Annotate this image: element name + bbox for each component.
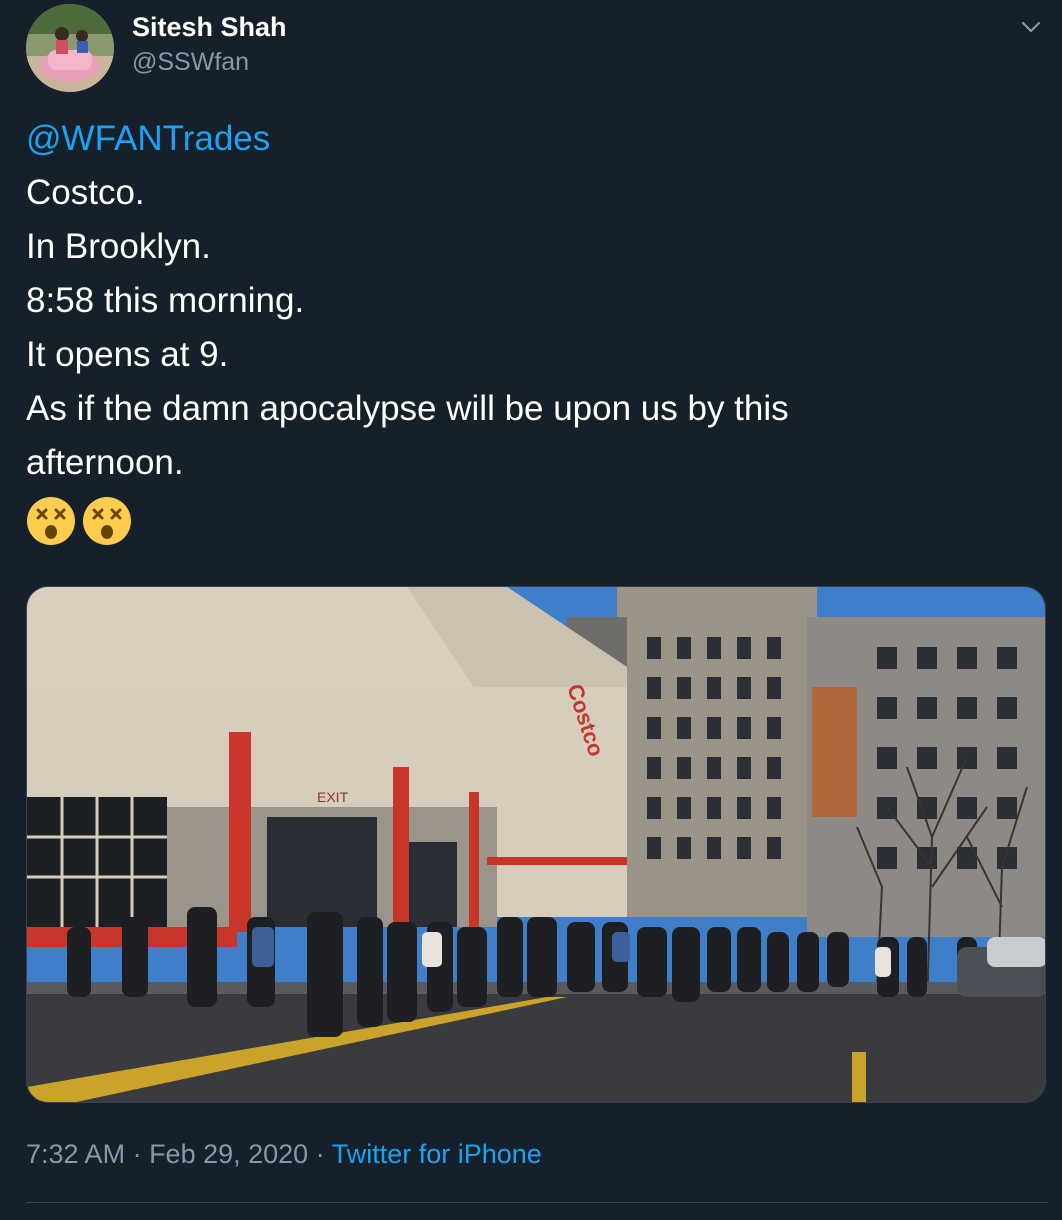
mention-link[interactable]: @WFANTrades: [26, 112, 1036, 166]
tweet-line: 8:58 this morning.: [26, 281, 305, 320]
divider: [26, 1202, 1048, 1203]
author-display-name[interactable]: Sitesh Shah: [132, 12, 287, 43]
exit-sign: EXIT: [317, 789, 349, 805]
tweet-text: @WFANTrades Costco. In Brooklyn. 8:58 th…: [26, 112, 1036, 548]
tweet-line: In Brooklyn.: [26, 227, 211, 266]
meta-separator: ·: [125, 1139, 150, 1169]
costco-line-photo: Costco EXIT: [27, 587, 1045, 1102]
tweet-meta: 7:32 AM · Feb 29, 2020 · Twitter for iPh…: [26, 1139, 542, 1170]
tweet-time[interactable]: 7:32 AM: [26, 1139, 125, 1169]
avatar[interactable]: [26, 4, 114, 92]
meta-separator: ·: [308, 1139, 332, 1169]
dizzy-face-icon: [27, 497, 75, 545]
tweet-line: As if the damn apocalypse will be upon u…: [26, 389, 789, 428]
more-options-chevron-icon[interactable]: [1016, 12, 1046, 42]
emoji-row: [26, 494, 1036, 548]
tweet-line: It opens at 9.: [26, 335, 229, 374]
tweet-photo[interactable]: Costco EXIT: [26, 586, 1046, 1103]
author-handle[interactable]: @SSWfan: [132, 48, 249, 77]
tweet-source-link[interactable]: Twitter for iPhone: [332, 1139, 542, 1169]
avatar-image: [26, 4, 114, 92]
tweet-container: Sitesh Shah @SSWfan @WFANTrades Costco. …: [0, 0, 1062, 1220]
tweet-line: afternoon.: [26, 443, 184, 482]
tweet-line: Costco.: [26, 173, 145, 212]
dizzy-face-icon: [83, 497, 131, 545]
tweet-date[interactable]: Feb 29, 2020: [149, 1139, 308, 1169]
